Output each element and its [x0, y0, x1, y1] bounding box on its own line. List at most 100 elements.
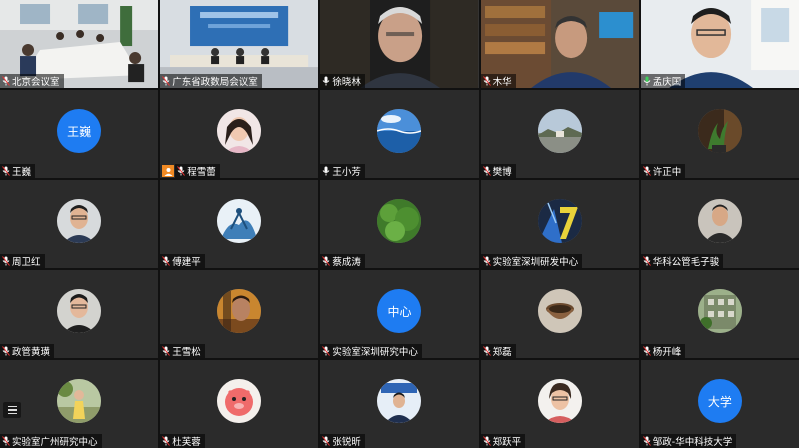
- participant-name-label: 傅建平: [160, 254, 205, 268]
- microphone-icon: [642, 346, 651, 356]
- participant-name: 周卫红: [12, 257, 41, 268]
- microphone-icon: [482, 436, 491, 446]
- participant-tile[interactable]: 张锐昕: [320, 360, 479, 448]
- microphone-icon: [482, 346, 491, 356]
- microphone-icon: [2, 436, 10, 446]
- participant-name-label: 郑磊: [480, 344, 516, 358]
- microphone-icon: [482, 166, 491, 176]
- avatar: [217, 379, 262, 424]
- avatar: 王巍: [57, 109, 102, 154]
- participant-name-label: 实验室深圳研发中心: [480, 254, 583, 268]
- participant-name: 许正中: [652, 167, 682, 178]
- participant-name: 广东省政数局会议室: [172, 77, 258, 88]
- avatar: [697, 109, 742, 154]
- participant-name-label: 蔡成涛: [320, 254, 365, 268]
- participant-name-label: 华科公管毛子骏: [640, 254, 724, 268]
- participant-name: 杜芙蓉: [172, 437, 201, 448]
- microphone-icon: [323, 76, 330, 86]
- menu-icon[interactable]: [3, 402, 21, 418]
- microphone-icon: [162, 346, 171, 356]
- participant-tile[interactable]: 孟庆国: [640, 0, 799, 88]
- avatar: [537, 109, 582, 154]
- participant-name-label: 郑跃平: [480, 434, 526, 448]
- participant-name-label: 王雪松: [160, 344, 205, 358]
- avatar: [57, 289, 102, 334]
- microphone-icon: [642, 256, 651, 266]
- microphone-icon: [322, 346, 331, 356]
- avatar: 大学: [697, 379, 742, 424]
- participant-tile[interactable]: 郑磊: [480, 270, 639, 358]
- participant-name-label: 广东省政数局会议室: [160, 74, 262, 88]
- microphone-icon: [2, 166, 10, 176]
- participant-tile[interactable]: 华科公管毛子骏: [640, 180, 799, 268]
- video-gallery: 北京会议室 广东省政数局会议室 徐晓林 木华 孟庆国 王巍 王巍 程雪蕾 王小芳…: [0, 0, 799, 448]
- participant-name: 程雪蕾: [187, 167, 216, 178]
- microphone-icon: [482, 76, 491, 86]
- participant-name-label: 木华: [480, 74, 516, 88]
- participant-tile[interactable]: 政管黄璜: [0, 270, 159, 358]
- microphone-icon: [323, 166, 330, 176]
- participant-tile[interactable]: 广东省政数局会议室: [160, 0, 319, 88]
- microphone-icon: [642, 166, 651, 176]
- participant-tile[interactable]: 郑跃平: [480, 360, 639, 448]
- participant-tile[interactable]: 杜芙蓉: [160, 360, 319, 448]
- participant-name: 傅建平: [172, 257, 201, 268]
- avatar: 中心: [377, 289, 422, 334]
- participant-name: 徐晓林: [332, 77, 361, 88]
- participant-name: 北京会议室: [12, 77, 60, 88]
- microphone-icon: [162, 436, 171, 446]
- participant-name: 张锐昕: [332, 437, 361, 448]
- participant-tile[interactable]: 傅建平: [160, 180, 319, 268]
- avatar: [697, 199, 742, 244]
- participant-name: 实验室深圳研发中心: [492, 257, 579, 268]
- microphone-icon: [642, 436, 651, 446]
- avatar: [217, 109, 262, 154]
- participant-name: 邹政-华中科技大学: [652, 437, 733, 448]
- participant-tile[interactable]: 杨开峰: [640, 270, 799, 358]
- participant-name: 郑磊: [492, 347, 512, 358]
- microphone-icon: [162, 76, 171, 86]
- participant-name-label: 杨开峰: [640, 344, 686, 358]
- participant-tile[interactable]: 周卫红: [0, 180, 159, 268]
- avatar: [537, 289, 582, 334]
- participant-name-label: 杜芙蓉: [160, 434, 205, 448]
- participant-tile[interactable]: 王雪松: [160, 270, 319, 358]
- participant-name: 王小芳: [332, 167, 361, 178]
- microphone-icon: [177, 166, 186, 176]
- avatar: [537, 199, 582, 244]
- avatar: [697, 289, 742, 334]
- participant-name: 郑跃平: [492, 437, 522, 448]
- avatar: [57, 199, 102, 244]
- participant-tile[interactable]: 王小芳: [320, 90, 479, 178]
- microphone-icon: [162, 256, 171, 266]
- microphone-icon: [2, 346, 10, 356]
- participant-tile[interactable]: 樊博: [480, 90, 639, 178]
- participant-name: 华科公管毛子骏: [652, 257, 720, 268]
- participant-name: 王巍: [12, 167, 32, 178]
- microphone-icon: [2, 76, 10, 86]
- participant-tile[interactable]: 王巍 王巍: [0, 90, 159, 178]
- participant-tile[interactable]: 许正中: [640, 90, 799, 178]
- participant-tile[interactable]: 程雪蕾: [160, 90, 319, 178]
- avatar: [377, 109, 422, 154]
- participant-tile[interactable]: 实验室广州研究中心: [0, 360, 159, 448]
- participant-name-label: 北京会议室: [0, 74, 64, 88]
- avatar: [217, 199, 262, 244]
- participant-name: 杨开峰: [652, 347, 682, 358]
- participant-tile[interactable]: 北京会议室: [0, 0, 159, 88]
- participant-name-label: 邹政-华中科技大学: [640, 434, 737, 448]
- participant-name-label: 樊博: [480, 164, 516, 178]
- participant-name-label: 实验室深圳研究中心: [320, 344, 422, 358]
- participant-tile[interactable]: 中心 实验室深圳研究中心: [320, 270, 479, 358]
- participant-name: 王雪松: [172, 347, 201, 358]
- participant-tile[interactable]: 徐晓林: [320, 0, 479, 88]
- microphone-icon: [482, 256, 491, 266]
- participant-tile[interactable]: 大学 邹政-华中科技大学: [640, 360, 799, 448]
- avatar: [217, 289, 262, 334]
- participant-tile[interactable]: 木华: [480, 0, 639, 88]
- participant-name: 政管黄璜: [12, 347, 51, 358]
- participant-tile[interactable]: 实验室深圳研发中心: [480, 180, 639, 268]
- participant-name: 实验室广州研究中心: [12, 437, 98, 448]
- participant-tile[interactable]: 蔡成涛: [320, 180, 479, 268]
- avatar: [377, 379, 422, 424]
